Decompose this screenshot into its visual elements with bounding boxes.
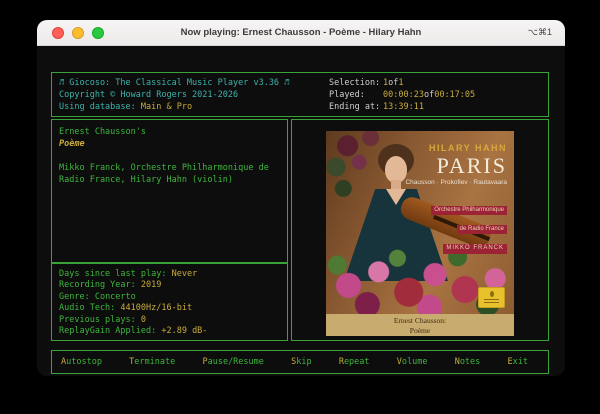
detail-label: Genre: — [59, 292, 95, 302]
detail-value: Concerto — [95, 292, 136, 302]
menu-label: xit — [513, 357, 528, 367]
now-playing-panel: Ernest Chausson's Poème Mikko Franck, Or… — [51, 119, 288, 263]
menu-item-volume[interactable]: Volume — [397, 357, 428, 367]
copyright-line: Copyright © Howard Rogers 2021-2026 — [59, 89, 289, 101]
menu-label: otes — [460, 357, 480, 367]
album-caption-composer: Ernest Chausson: — [326, 316, 514, 326]
detail-row-previous-plays: Previous plays: 0 — [59, 315, 281, 326]
detail-label: Recording Year: — [59, 280, 141, 290]
detail-row-replaygain: ReplayGain Applied: +2.89 dB- — [59, 326, 281, 337]
window-shortcut-badge: ⌥⌘1 — [528, 27, 552, 38]
window-title: Now playing: Ernest Chausson - Poème - H… — [37, 27, 565, 38]
menu-item-repeat[interactable]: Repeat — [339, 357, 370, 367]
menu-item-skip[interactable]: Skip — [291, 357, 311, 367]
work-title: Poème — [59, 138, 281, 150]
ending-row: Ending at:13:39:11 — [329, 101, 475, 113]
album-artist: HILARY HAHN — [395, 143, 507, 153]
header-panel: ♬ Giocoso: The Classical Music Player v3… — [51, 72, 549, 117]
played-elapsed: 00:00:23 — [383, 89, 424, 101]
detail-row-genre: Genre: Concerto — [59, 292, 281, 303]
menu-label: utostop — [66, 357, 102, 367]
album-orchestra-line1: Orchestre Philharmonique — [431, 206, 507, 215]
zoom-button[interactable] — [92, 27, 104, 39]
menu-item-terminate[interactable]: Terminate — [129, 357, 175, 367]
detail-label: Audio Tech: — [59, 303, 120, 313]
terminal-content: ♬ Giocoso: The Classical Music Player v3… — [37, 47, 565, 376]
database-value: Main & Pro — [141, 102, 192, 112]
deutsche-grammophon-logo-icon — [478, 287, 505, 308]
detail-value: +2.89 dB- — [161, 326, 207, 336]
detail-value: 0 — [141, 315, 146, 325]
track-details-panel: Days since last play: Never Recording Ye… — [51, 263, 288, 341]
app-info: ♬ Giocoso: The Classical Music Player v3… — [59, 77, 289, 113]
album-orchestra-line2: de Radio France — [457, 225, 507, 234]
album-composers: Chausson · Prokofiev · Rautavaara — [395, 179, 507, 186]
played-sep: of — [424, 89, 434, 101]
detail-value: 44100Hz/16-bit — [120, 303, 192, 313]
detail-row-recording-year: Recording Year: 2019 — [59, 280, 281, 291]
menu-label: ause/Resume — [208, 357, 264, 367]
album-art-panel: HILARY HAHN PARIS Chausson · Prokofiev ·… — [291, 119, 549, 341]
album-cover: HILARY HAHN PARIS Chausson · Prokofiev ·… — [326, 131, 514, 336]
performers-line: Mikko Franck, Orchestre Philharmonique d… — [59, 162, 281, 186]
detail-row-last-play: Days since last play: Never — [59, 269, 281, 280]
menu-label: kip — [296, 357, 311, 367]
album-caption: Ernest Chausson: Poème — [326, 314, 514, 336]
detail-label: Days since last play: — [59, 269, 172, 279]
album-cover-text: HILARY HAHN PARIS Chausson · Prokofiev ·… — [395, 143, 507, 254]
terminal-window: Now playing: Ernest Chausson - Poème - H… — [37, 20, 565, 376]
playback-stats: Selection:1 of 1 Played:00:00:23 of 00:1… — [329, 77, 475, 113]
menu-item-pause-resume[interactable]: Pause/Resume — [202, 357, 263, 367]
detail-label: Previous plays: — [59, 315, 141, 325]
title-bar[interactable]: Now playing: Ernest Chausson - Poème - H… — [37, 20, 565, 46]
menu-item-autostop[interactable]: Autostop — [61, 357, 102, 367]
played-total: 00:17:05 — [434, 89, 475, 101]
composer-line: Ernest Chausson's — [59, 126, 281, 138]
database-label: Using database: — [59, 102, 141, 112]
played-row: Played:00:00:23 of 00:17:05 — [329, 89, 475, 101]
selection-total: 1 — [398, 77, 403, 89]
menu-label: erminate — [134, 357, 175, 367]
detail-row-audio-tech: Audio Tech: 44100Hz/16-bit — [59, 303, 281, 314]
menu-label: epeat — [344, 357, 370, 367]
minimize-button[interactable] — [72, 27, 84, 39]
app-title: ♬ Giocoso: The Classical Music Player v3… — [59, 77, 289, 89]
album-title: PARIS — [395, 154, 507, 177]
menu-item-notes[interactable]: Notes — [455, 357, 481, 367]
menu-panel: Autostop Terminate Pause/Resume Skip Rep… — [51, 350, 549, 374]
selection-label: Selection: — [329, 77, 383, 89]
album-conductor: MIKKO FRANCK — [443, 244, 507, 253]
played-label: Played: — [329, 89, 383, 101]
detail-value: Never — [172, 269, 198, 279]
detail-value: 2019 — [141, 280, 161, 290]
blank-line — [59, 150, 281, 162]
detail-label: ReplayGain Applied: — [59, 326, 161, 336]
ending-time: 13:39:11 — [383, 101, 424, 113]
menu-item-exit[interactable]: Exit — [508, 357, 528, 367]
close-button[interactable] — [52, 27, 64, 39]
selection-row: Selection:1 of 1 — [329, 77, 475, 89]
selection-sep: of — [388, 77, 398, 89]
album-caption-work: Poème — [326, 326, 514, 336]
traffic-lights — [52, 27, 104, 39]
ending-label: Ending at: — [329, 101, 383, 113]
menu-label: olume — [402, 357, 428, 367]
database-line: Using database: Main & Pro — [59, 101, 289, 113]
